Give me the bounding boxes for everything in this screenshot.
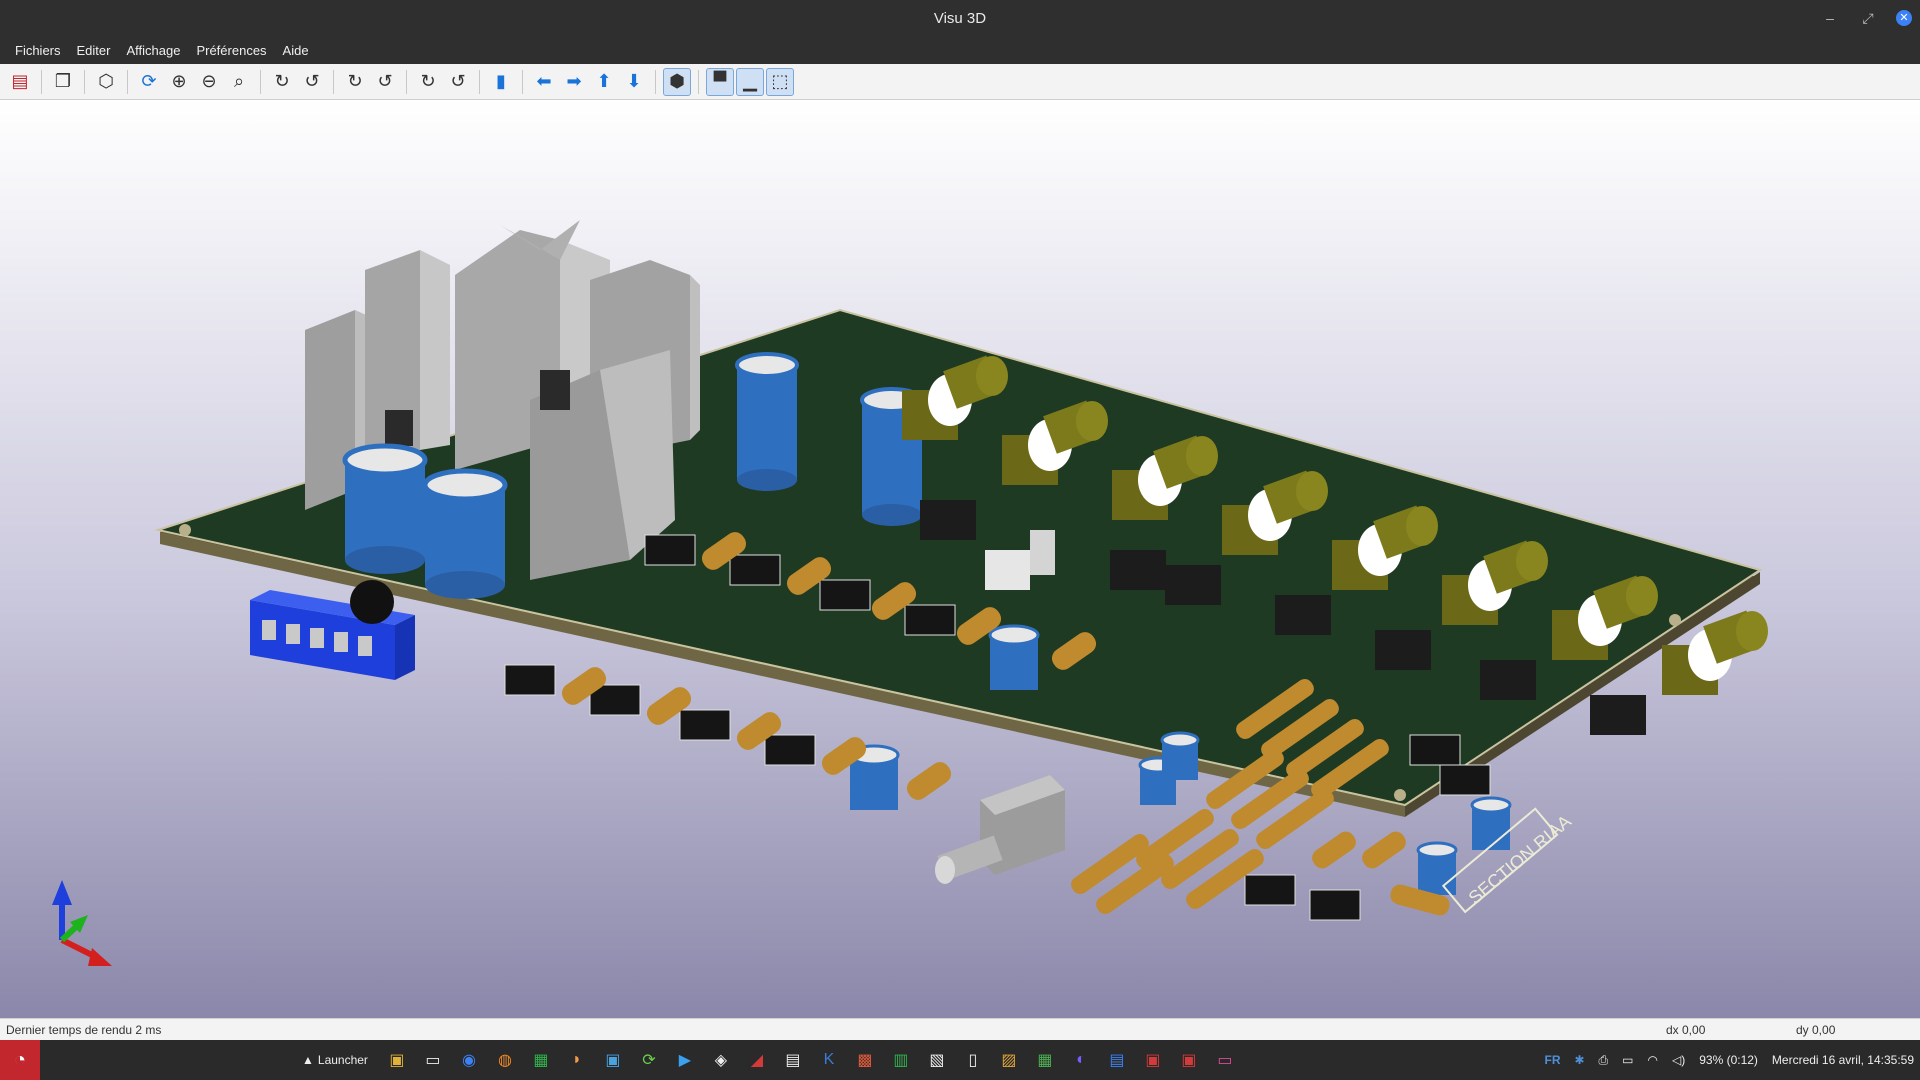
browser-icon[interactable]: ◉ xyxy=(454,1046,484,1074)
axis-gizmo xyxy=(52,880,112,966)
smd-icon[interactable]: ▁ xyxy=(736,67,764,96)
arrow-right-icon[interactable]: ➡ xyxy=(560,68,588,96)
taskbar: ◔ ▲ Launcher ▣ ▭ ◉ ◍ ▦ ◗ ▣ ⟳ ▶ ◈ ◢ ▤ K ▩… xyxy=(0,1040,1920,1080)
screenshot-icon[interactable]: ▣ xyxy=(598,1046,628,1074)
menu-fichiers[interactable]: Fichiers xyxy=(8,39,68,62)
start-menu-icon[interactable]: ◔ xyxy=(0,1040,40,1080)
launcher-button[interactable]: ▲ Launcher xyxy=(302,1053,368,1067)
gerber-icon[interactable]: ▦ xyxy=(1030,1046,1060,1074)
terminal-icon[interactable]: ▭ xyxy=(418,1046,448,1074)
flip-board-icon[interactable]: ▮ xyxy=(487,68,515,96)
rotate-y-ccw-icon[interactable]: ↺ xyxy=(371,68,399,96)
writer-icon[interactable]: ▤ xyxy=(1102,1046,1132,1074)
footprint-icon[interactable]: ▧ xyxy=(922,1046,952,1074)
pcb-render: SECTION RIAA xyxy=(52,220,1768,966)
pcb-editor-icon[interactable]: ▥ xyxy=(886,1046,916,1074)
draw-icon[interactable]: ◢ xyxy=(742,1046,772,1074)
viewer-icon[interactable]: ▯ xyxy=(958,1046,988,1074)
image-icon[interactable]: ◐ xyxy=(1066,1046,1096,1074)
maximize-icon[interactable]: ⤢ xyxy=(1858,10,1878,27)
rotate-x-ccw-icon[interactable]: ↺ xyxy=(298,68,326,96)
rotate-x-cw-icon[interactable]: ↻ xyxy=(268,68,296,96)
close-icon[interactable]: ✕ xyxy=(1896,10,1912,26)
rotate-y-cw-icon[interactable]: ↻ xyxy=(341,68,369,96)
title-bar: Visu 3D – ⤢ ✕ xyxy=(0,0,1920,36)
file-manager-icon[interactable]: ▣ xyxy=(382,1046,412,1074)
menu-preferences[interactable]: Préférences xyxy=(189,39,273,62)
menu-aide[interactable]: Aide xyxy=(276,39,316,62)
arrow-up-icon[interactable]: ⬆ xyxy=(590,68,618,96)
toolbar: ▤ ❐ ⬡ ⟳ ⊕ ⊖ ⌕ ↻ ↺ ↻ ↺ ↻ ↺ ▮ ⬅ ➡ ⬆ ⬇ ⬢ ▀ … xyxy=(0,64,1920,100)
render-time: Dernier temps de rendu 2 ms xyxy=(6,1023,162,1037)
gift2-icon[interactable]: ▣ xyxy=(1174,1046,1204,1074)
caret-up-icon: ▲ xyxy=(302,1053,314,1067)
firefox-icon[interactable]: ◍ xyxy=(490,1046,520,1074)
kicad-icon[interactable]: K xyxy=(814,1046,844,1074)
potentiometer xyxy=(935,775,1065,884)
menu-bar: Fichiers Editer Affichage Préférences Ai… xyxy=(0,36,1920,64)
body-style-icon[interactable]: ▀ xyxy=(706,67,734,96)
battery-status[interactable]: 93% (0:12) xyxy=(1699,1053,1758,1067)
virtual-icon[interactable]: ⬚ xyxy=(766,67,794,96)
minimize-icon[interactable]: – xyxy=(1820,10,1840,26)
media-icon[interactable]: ▶ xyxy=(670,1046,700,1074)
rotate-z-cw-icon[interactable]: ↻ xyxy=(414,68,442,96)
arrow-left-icon[interactable]: ⬅ xyxy=(530,68,558,96)
sync-icon[interactable]: ⟳ xyxy=(634,1046,664,1074)
export-icon[interactable]: ▤ xyxy=(6,68,34,96)
arrow-down-icon[interactable]: ⬇ xyxy=(620,68,648,96)
window-title: Visu 3D xyxy=(933,9,987,27)
status-bar: Dernier temps de rendu 2 ms dx 0,00 dy 0… xyxy=(0,1018,1920,1040)
zoom-fit-icon[interactable]: ⌕ xyxy=(225,68,253,96)
refresh-icon[interactable]: ⟳ xyxy=(135,68,163,96)
menu-affichage[interactable]: Affichage xyxy=(119,39,187,62)
taskbar-apps: ▣ ▭ ◉ ◍ ▦ ◗ ▣ ⟳ ▶ ◈ ◢ ▤ K ▩ ▥ ▧ ▯ ▨ ▦ ◐ … xyxy=(382,1046,1240,1074)
rotate-z-ccw-icon[interactable]: ↺ xyxy=(444,68,472,96)
3d-viewport[interactable]: SECTION RIAA xyxy=(0,100,1920,1018)
spreadsheet-icon[interactable]: ▦ xyxy=(526,1046,556,1074)
volume-icon[interactable]: ◁) xyxy=(1672,1053,1685,1067)
copy-icon[interactable]: ❐ xyxy=(49,68,77,96)
schematic-icon[interactable]: ▩ xyxy=(850,1046,880,1074)
menu-editer[interactable]: Editer xyxy=(70,39,118,62)
printer-icon[interactable]: ⎙ xyxy=(1599,1053,1609,1068)
window-controls: – ⤢ ✕ xyxy=(1820,0,1912,36)
game-icon[interactable]: ◈ xyxy=(706,1046,736,1074)
3d-view-icon[interactable]: ⬡ xyxy=(92,68,120,96)
launcher-label: Launcher xyxy=(317,1053,368,1067)
display-icon[interactable]: ▭ xyxy=(1622,1053,1633,1067)
gift-icon[interactable]: ▣ xyxy=(1138,1046,1168,1074)
editor-icon[interactable]: ▤ xyxy=(778,1046,808,1074)
dy-readout: dy 0,00 xyxy=(1796,1023,1836,1037)
dx-readout: dx 0,00 xyxy=(1666,1023,1706,1037)
calculator-icon[interactable]: ▨ xyxy=(994,1046,1024,1074)
wifi-icon[interactable]: ◠ xyxy=(1648,1053,1658,1067)
keyboard-layout[interactable]: FR xyxy=(1544,1053,1560,1067)
system-tray: FR ✱ ⎙ ▭ ◠ ◁) 93% (0:12) Mercredi 16 avr… xyxy=(1544,1040,1914,1080)
ortho-view-icon[interactable]: ⬢ xyxy=(663,67,691,96)
zoom-in-icon[interactable]: ⊕ xyxy=(165,68,193,96)
clock[interactable]: Mercredi 16 avril, 14:35:59 xyxy=(1772,1053,1914,1067)
zoom-out-icon[interactable]: ⊖ xyxy=(195,68,223,96)
presentation-icon[interactable]: ▭ xyxy=(1210,1046,1240,1074)
bluetooth-icon[interactable]: ✱ xyxy=(1574,1053,1584,1067)
paint-icon[interactable]: ◗ xyxy=(562,1046,592,1074)
